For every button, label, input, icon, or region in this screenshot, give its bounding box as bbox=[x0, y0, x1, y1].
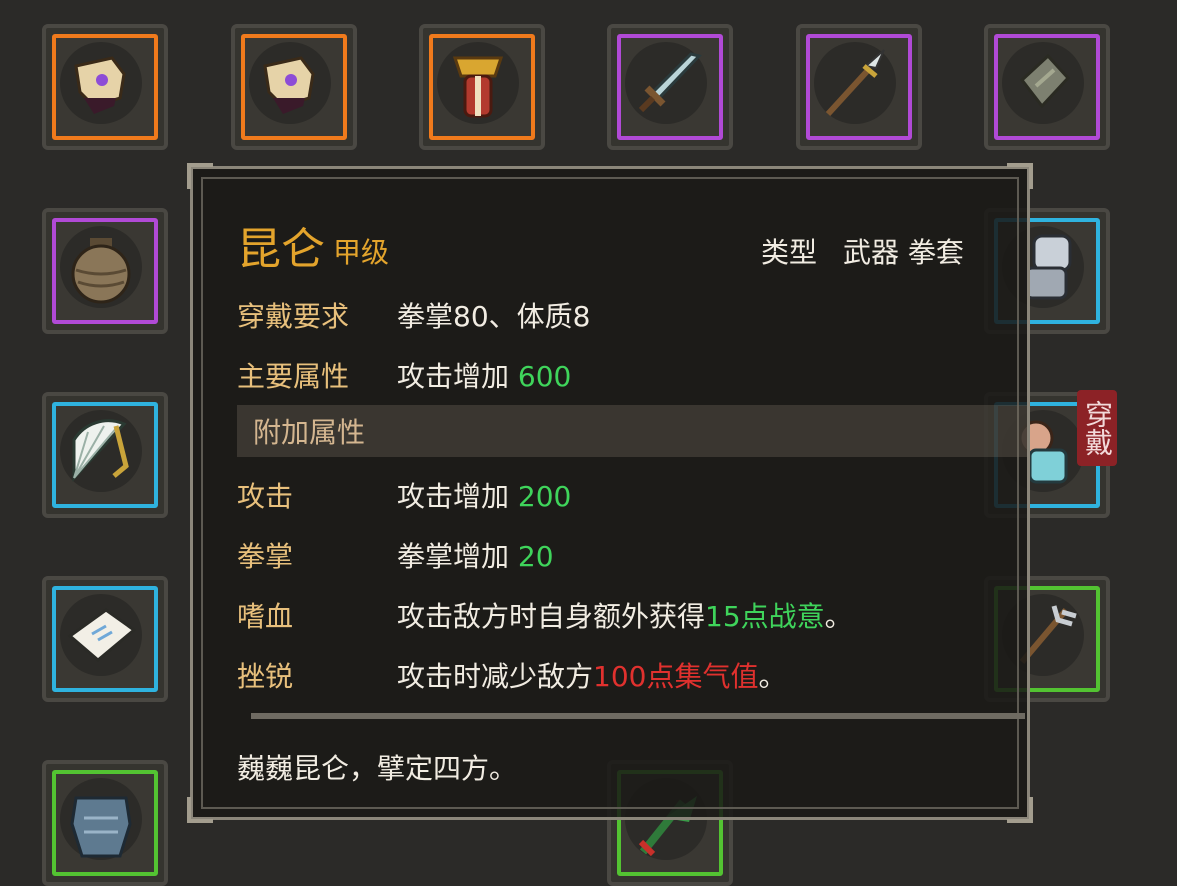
inventory-slot[interactable] bbox=[42, 576, 168, 702]
inventory-slot[interactable] bbox=[984, 24, 1110, 150]
frame-corner bbox=[1007, 163, 1033, 189]
inventory-slot[interactable] bbox=[42, 208, 168, 334]
item-tooltip: 昆仑 甲级 类型 武器 拳套 穿戴要求 拳掌80、体质8 主要属性 攻击增加 6… bbox=[187, 163, 1033, 823]
item-type-label: 类型 bbox=[761, 236, 818, 269]
inventory-slot[interactable] bbox=[796, 24, 922, 150]
spear-icon bbox=[825, 49, 885, 117]
gauntlet-icon bbox=[263, 56, 315, 114]
main-attribute-label: 主要属性 bbox=[237, 360, 350, 393]
inventory-slot[interactable] bbox=[42, 24, 168, 150]
sword-icon bbox=[638, 52, 702, 113]
extra-attribute-value: 攻击敌方时自身额外获得15点战意。 bbox=[397, 600, 853, 633]
golden-armor-icon bbox=[452, 56, 504, 118]
requirement-value: 拳掌80、体质8 bbox=[397, 300, 591, 333]
scroll-icon bbox=[67, 608, 137, 662]
item-flavor-text: 巍巍昆仑，擘定四方。 bbox=[237, 752, 518, 785]
inventory-slot[interactable] bbox=[231, 24, 357, 150]
frame-corner bbox=[1007, 797, 1033, 823]
frame-corner bbox=[187, 163, 213, 189]
jar-icon bbox=[71, 238, 131, 304]
inventory-slot[interactable] bbox=[419, 24, 545, 150]
requirement-label: 穿戴要求 bbox=[237, 300, 350, 333]
extra-attribute-value: 攻击时减少敌方100点集气值。 bbox=[397, 660, 787, 693]
inventory-slot[interactable] bbox=[42, 760, 168, 886]
equipped-badge: 穿戴 bbox=[1077, 390, 1117, 466]
extra-attribute-label: 拳掌 bbox=[237, 540, 294, 573]
extra-attribute-value: 攻击增加 200 bbox=[397, 480, 572, 513]
main-attribute-value: 攻击增加 600 bbox=[397, 360, 572, 393]
inventory-slot[interactable] bbox=[607, 24, 733, 150]
armor-icon bbox=[70, 796, 132, 858]
gauntlet-icon bbox=[74, 56, 126, 114]
extra-attributes-header: 附加属性 bbox=[237, 405, 1027, 457]
main-attribute-amount: 600 bbox=[517, 360, 572, 393]
frame-corner bbox=[187, 797, 213, 823]
item-type-value: 武器 拳套 bbox=[843, 236, 964, 269]
item-grade: 甲级 bbox=[333, 236, 390, 269]
fan-icon bbox=[72, 419, 129, 482]
extra-attribute-label: 嗜血 bbox=[237, 600, 294, 633]
item-name: 昆仑 bbox=[237, 224, 325, 275]
stone-icon bbox=[1019, 53, 1071, 109]
inventory-slot[interactable] bbox=[42, 392, 168, 518]
divider bbox=[251, 713, 1025, 719]
extra-attribute-label: 攻击 bbox=[237, 480, 294, 513]
extra-attribute-value: 拳掌增加 20 bbox=[397, 540, 554, 573]
extra-attribute-label: 挫锐 bbox=[237, 660, 294, 693]
